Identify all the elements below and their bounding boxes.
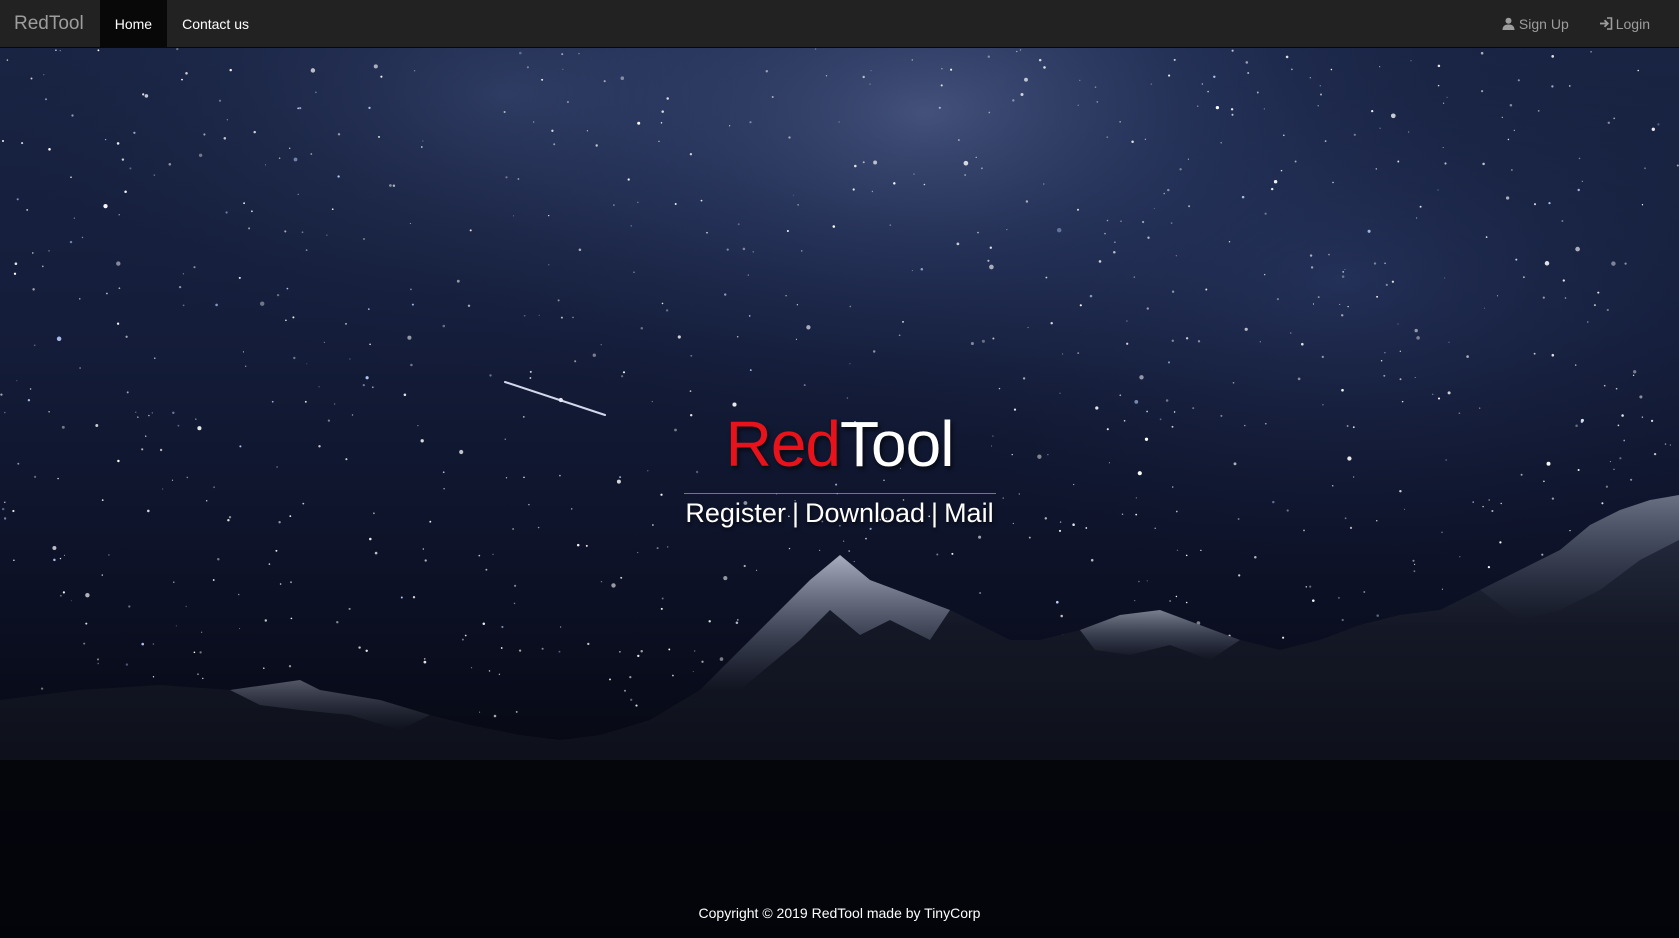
login-label: Login [1615, 15, 1650, 32]
hero-title-white: Tool [840, 408, 954, 480]
brand-link[interactable]: RedTool [0, 0, 100, 48]
navbar: RedTool Home Contact us Sign Up Login [0, 0, 1679, 48]
nav-right: Sign Up Login [1487, 0, 1679, 47]
login-icon [1599, 17, 1613, 31]
register-link[interactable]: Register [685, 498, 786, 528]
nav-home[interactable]: Home [99, 0, 168, 47]
nav-contact-us[interactable]: Contact us [167, 0, 264, 47]
hero-title-red: Red [725, 408, 841, 480]
hero-links: Register | Download | Mail [0, 496, 1679, 530]
footer-copyright: Copyright © 2019 RedTool made by TinyCor… [698, 905, 981, 921]
user-icon [1502, 17, 1516, 31]
separator: | [931, 498, 939, 528]
hero-divider [684, 493, 996, 494]
mail-link[interactable]: Mail [944, 498, 994, 528]
page: RedTool Home Contact us Sign Up Login Re… [0, 0, 1679, 938]
download-link[interactable]: Download [805, 498, 925, 528]
hero-title: RedTool [0, 408, 1679, 480]
nav-sign-up[interactable]: Sign Up [1487, 0, 1584, 47]
separator: | [791, 498, 799, 528]
nav-login[interactable]: Login [1584, 0, 1665, 47]
sign-up-label: Sign Up [1518, 15, 1569, 32]
